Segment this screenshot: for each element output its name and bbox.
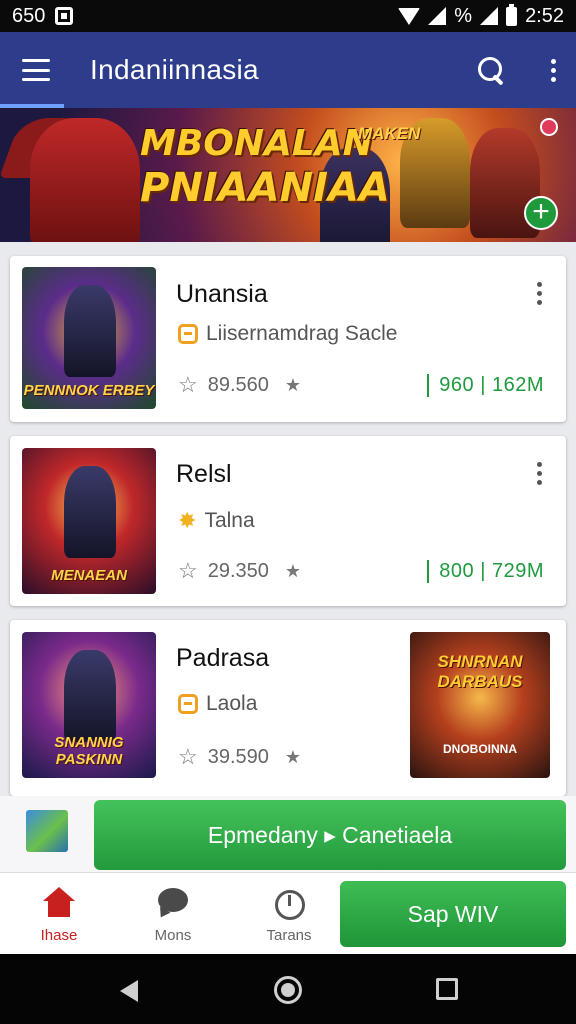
recent-apps-icon[interactable] [436, 978, 458, 1000]
game-thumbnail: SNANNIG PASKINN [22, 632, 156, 778]
screen: 650 % 2:52 Indaniinnasia MBONALAN PNIAAN… [0, 0, 576, 1024]
system-nav-bar [0, 954, 576, 1024]
status-bar: 650 % 2:52 [0, 0, 576, 32]
thumbnail-figure [64, 285, 116, 377]
back-icon[interactable] [120, 980, 138, 1002]
banner-line2: PNIAANIAA [140, 165, 390, 211]
app-title: Indaniinnasia [90, 54, 259, 85]
menu-icon[interactable] [22, 59, 50, 81]
card-menu-icon[interactable] [537, 462, 542, 485]
app-bar: Indaniinnasia [0, 32, 576, 108]
star-icon: ☆ [178, 558, 198, 583]
home-circle-icon[interactable] [274, 976, 302, 1004]
banner-tag: MAKEN [358, 124, 421, 143]
star-icon: ☆ [178, 372, 198, 397]
thumbnail-figure [64, 650, 116, 742]
card-subtitle: Liisernamdrag Sacle [206, 322, 398, 345]
signal-icon [428, 7, 447, 25]
banner-line1: MBONALAN [140, 123, 373, 164]
signal-text: % [454, 4, 473, 27]
banner-hero-figure [30, 118, 140, 242]
card-stat: 800 | 729M [427, 560, 544, 583]
card-stat: 960 | 162M [427, 374, 544, 397]
nav-label: Tarans [266, 927, 312, 944]
nav-item-home[interactable]: Ihase [14, 885, 104, 944]
featured-bottom-text: DNOBOINNA [443, 742, 517, 756]
sparkle-icon: ✸ [178, 508, 197, 533]
card-subtitle-row: Liisernamdrag Sacle [178, 322, 397, 346]
wifi-icon [398, 7, 421, 25]
rating-value: 39.590 [207, 745, 269, 768]
favorite-star-icon[interactable]: ★ [285, 747, 301, 768]
search-icon[interactable] [476, 55, 506, 85]
card-title: Padrasa [176, 644, 270, 672]
nav-label: Ihase [40, 927, 78, 944]
promo-strip: Epmedany ▸ Canetiaela [0, 796, 576, 872]
card-subtitle-row: ✸ Talna [178, 508, 255, 534]
game-card[interactable]: MENAEAN Relsl ✸ Talna ☆ 29.350 ★ 800 | 7… [10, 436, 566, 606]
card-subtitle-row: Laola [178, 692, 257, 716]
bottom-nav: Ihase Mons Tarans Sap WIV [0, 872, 576, 954]
favorite-star-icon[interactable]: ★ [285, 375, 301, 396]
overflow-menu-icon[interactable] [548, 58, 558, 82]
game-card[interactable]: SNANNIG PASKINN Padrasa Laola ☆ 39.590 ★… [10, 620, 566, 796]
card-title: Relsl [176, 460, 232, 488]
thumbnail-caption: SNANNIG PASKINN [54, 734, 124, 768]
favorite-star-icon[interactable]: ★ [285, 561, 301, 582]
star-icon: ☆ [178, 744, 198, 769]
banner-badge-icon [540, 118, 558, 136]
thumbnail-figure [64, 466, 116, 558]
status-right: % 2:52 [398, 3, 564, 28]
nav-item-tarans[interactable]: Tarans [244, 885, 334, 944]
game-thumbnail: PENNNOK ERBEY [22, 267, 156, 409]
promo-app-icon [26, 810, 68, 852]
rating-value: 29.350 [207, 559, 269, 582]
status-left-text: 650 [12, 4, 46, 27]
nav-item-mons[interactable]: Mons [128, 885, 218, 944]
card-subtitle: Laola [206, 692, 258, 715]
signal-icon-2 [480, 7, 499, 25]
timer-icon [271, 885, 307, 921]
notification-icon [55, 7, 74, 25]
battery-icon [506, 3, 518, 26]
home-icon [41, 885, 77, 921]
featured-caption: SHNRNAN DARBAUS [437, 652, 523, 691]
thumbnail-caption: MENAEAN [51, 567, 127, 584]
category-icon [178, 694, 198, 714]
banner-headline: MBONALAN PNIAANIAA [140, 122, 390, 210]
chat-icon [155, 885, 191, 921]
promo-button[interactable]: Epmedany ▸ Canetiaela [94, 800, 566, 870]
card-menu-icon[interactable] [537, 282, 542, 305]
card-title: Unansia [176, 280, 268, 308]
rating-row: ☆ 89.560 ★ [178, 372, 301, 398]
game-thumbnail: MENAEAN [22, 448, 156, 594]
status-time: 2:52 [525, 4, 564, 27]
status-left: 650 [12, 4, 74, 28]
promo-banner[interactable]: MBONALAN PNIAANIAA MAKEN + [0, 108, 576, 242]
banner-add-button[interactable]: + [524, 196, 558, 230]
card-subtitle: Talna [204, 509, 255, 532]
featured-thumbnail[interactable]: SHNRNAN DARBAUS DNOBOINNA [410, 632, 550, 778]
rating-row: ☆ 29.350 ★ [178, 558, 301, 584]
category-icon [178, 324, 198, 344]
appbar-actions [476, 55, 558, 85]
game-card[interactable]: PENNNOK ERBEY Unansia Liisernamdrag Sacl… [10, 256, 566, 422]
rating-value: 89.560 [207, 373, 269, 396]
sap-win-button[interactable]: Sap WIV [340, 881, 566, 947]
rating-row: ☆ 39.590 ★ [178, 744, 301, 770]
nav-label: Mons [154, 927, 192, 944]
thumbnail-caption: PENNNOK ERBEY [23, 382, 155, 399]
